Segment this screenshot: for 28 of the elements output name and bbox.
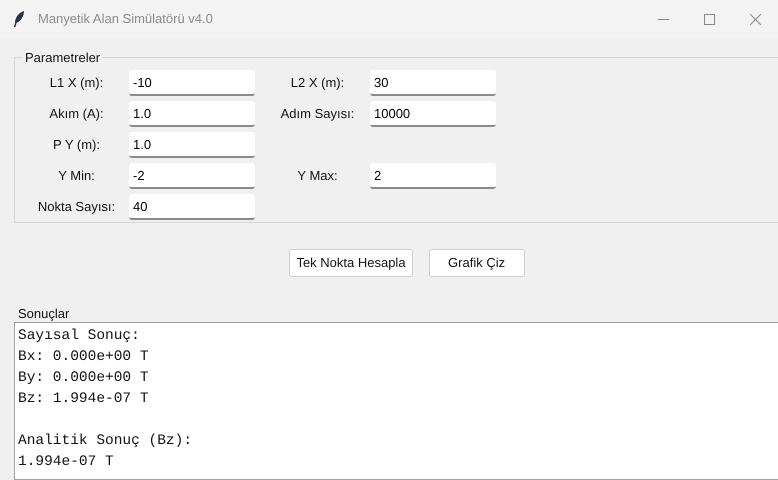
input-field[interactable]: 30 [370, 70, 496, 96]
field-label: Nokta Sayısı: [36, 198, 116, 216]
action-button[interactable]: Grafik Çiz [428, 249, 525, 277]
result-line: Bx: 0.000e+00 T [18, 348, 150, 367]
input-field[interactable]: -2 [129, 163, 255, 189]
field-label: Y Min: [57, 167, 96, 186]
input-field[interactable]: -10 [129, 70, 255, 96]
results-text-area[interactable]: Sayısal Sonuç: Bx: 0.000e+00 T By: 0.000e+00 T Bz: 1.994e-07 T Analitik Sonuç (Bz): 1.994e-07 T [14, 322, 778, 480]
window-title: Manyetik Alan Simülatörü v4.0 [38, 10, 213, 28]
input-field[interactable]: 1.0 [129, 101, 255, 127]
field-label: Adım Sayısı: [280, 105, 356, 124]
input-field[interactable]: 1.0 [129, 132, 255, 158]
field-label: L1 X (m): [48, 74, 104, 92]
input-field[interactable]: 40 [129, 194, 255, 220]
result-line: 1.994e-07 T [18, 453, 115, 472]
feather-icon [12, 10, 26, 28]
result-line: Sayısal Sonuç: [18, 327, 141, 346]
result-line: Analitik Sonuç (Bz): [18, 432, 194, 451]
input-field[interactable]: 2 [370, 163, 496, 189]
field-label: L2 X (m): [290, 74, 346, 92]
result-line: By: 0.000e+00 T [18, 369, 150, 388]
action-button[interactable]: Tek Nokta Hesapla [289, 249, 413, 277]
field-label: P Y (m): [52, 136, 101, 154]
field-label: Akım (A): [48, 105, 105, 124]
result-line: Bz: 1.994e-07 T [18, 390, 150, 409]
field-label: Y Max: [296, 167, 339, 186]
input-field[interactable]: 10000 [370, 101, 496, 127]
frame-title: Sonuçlar [18, 307, 70, 321]
